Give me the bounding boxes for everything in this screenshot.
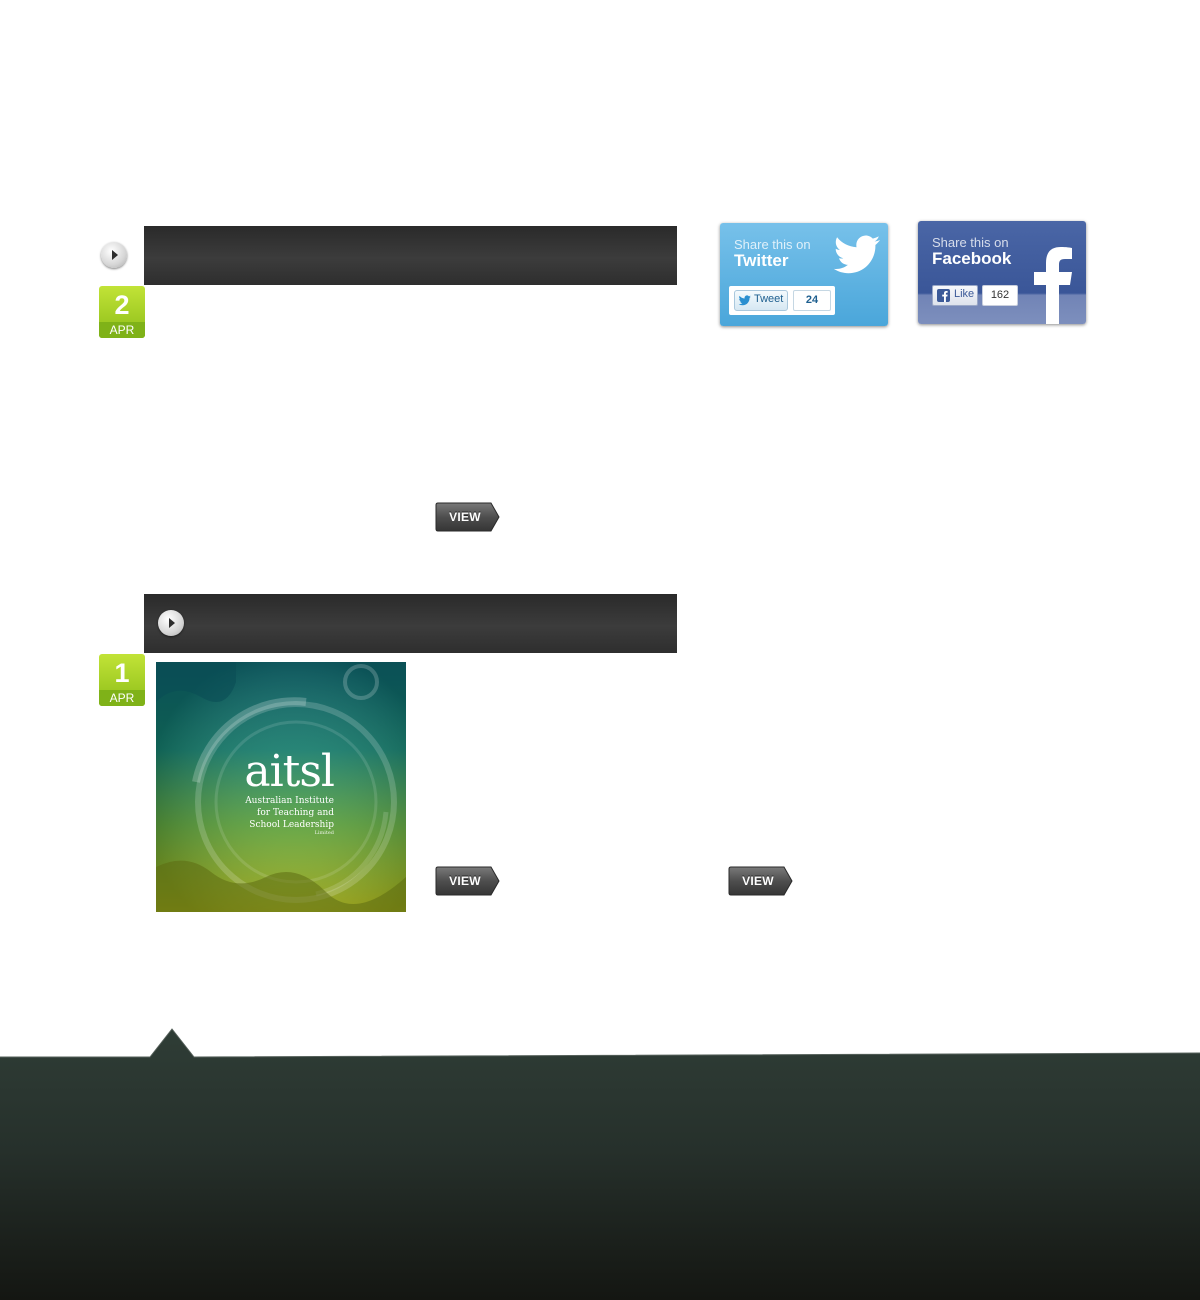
facebook-f-icon [1034,247,1072,324]
aitsl-logo-text: aitsl Australian Institute for Teaching … [244,746,335,837]
like-count: 162 [982,285,1018,306]
post-2-date-badge: 1 APR [99,654,145,706]
share-twitter-widget[interactable]: Share this on Twitter Tweet 24 [720,223,888,326]
facebook-small-icon [937,289,950,302]
tweet-button-label: Tweet [754,293,784,305]
twitter-share-network: Twitter [734,251,789,270]
date-month: APR [99,690,145,706]
post-2-second-view-button[interactable]: VIEW [728,866,794,896]
tweet-count: 24 [793,290,831,311]
post-1-view-button[interactable]: VIEW [435,502,501,532]
post-1-title-bar [144,226,677,285]
post-1-date-badge: 2 APR [99,286,145,338]
view-button-label: VIEW [449,874,481,888]
date-day: 2 [114,290,130,320]
view-button-label: VIEW [742,874,774,888]
date-month: APR [99,322,145,338]
aitsl-subtitle-3: School Leadership [249,820,334,830]
date-day: 1 [114,658,130,688]
play-arrow-icon [112,250,118,260]
share-facebook-widget[interactable]: Share this on Facebook Like 162 [918,221,1086,324]
like-button[interactable]: Like [932,285,978,306]
twitter-small-icon [738,295,751,306]
facebook-share-prefix: Share this on [932,235,1009,250]
like-button-box: Like 162 [927,282,1020,311]
facebook-share-network: Facebook [932,249,1012,268]
aitsl-subtitle-1: Australian Institute [245,796,334,806]
aitsl-subtitle-suffix: Limited [314,830,334,836]
aitsl-wordmark: aitsl [244,746,335,797]
view-button-label: VIEW [449,510,481,524]
post-1-expand-button[interactable] [101,242,127,268]
post-2-expand-button[interactable] [158,610,184,636]
twitter-bird-icon [834,235,880,274]
aitsl-logo-image[interactable]: aitsl Australian Institute for Teaching … [156,662,406,912]
twitter-share-prefix: Share this on [734,237,811,252]
footer-background [0,1028,1200,1300]
post-2-title-bar [144,594,677,653]
post-2-view-button[interactable]: VIEW [435,866,501,896]
page-footer [0,1020,1200,1300]
tweet-button-box: Tweet 24 [729,286,835,315]
tweet-button[interactable]: Tweet [734,290,788,311]
aitsl-subtitle-2: for Teaching and [257,808,334,818]
play-arrow-icon [169,618,175,628]
like-button-label: Like [954,288,975,300]
